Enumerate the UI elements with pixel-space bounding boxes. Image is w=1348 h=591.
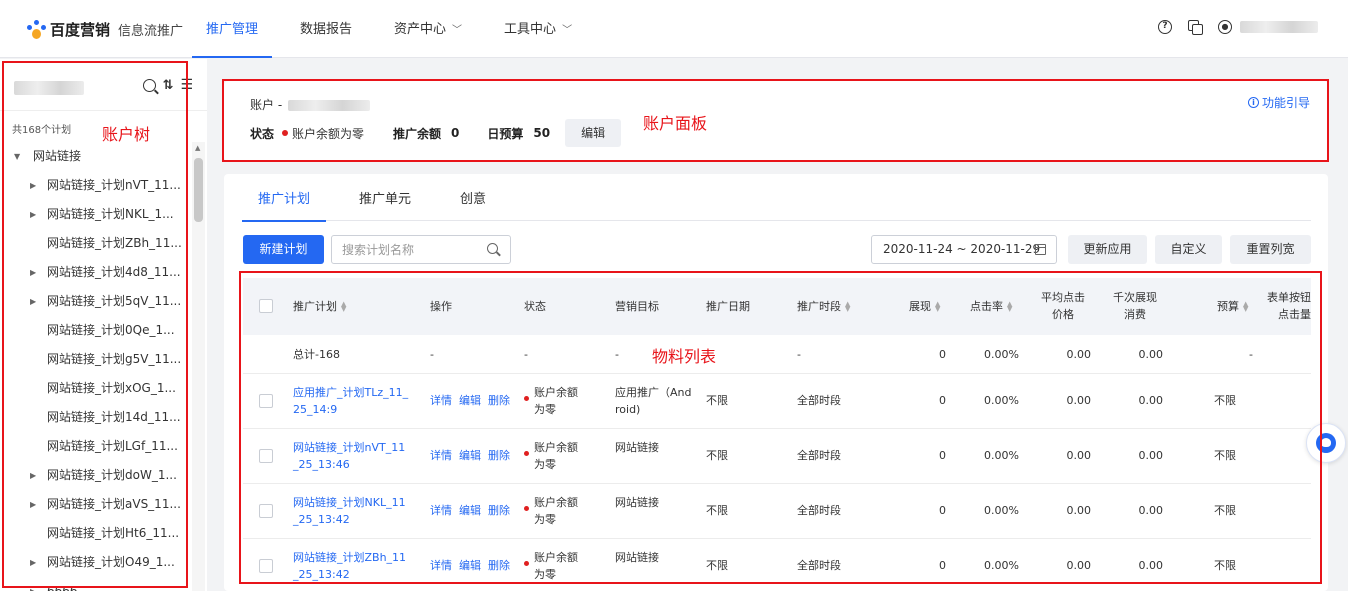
- date-range-value: 2020-11-24 ~ 2020-11-29: [883, 242, 1041, 256]
- brand-name: 百度营销: [50, 21, 111, 39]
- product-name: 信息流推广: [118, 24, 184, 39]
- plan-search-input[interactable]: [342, 236, 487, 263]
- annotation-panel-label: 账户面板: [643, 114, 708, 133]
- sidebar-scrollbar[interactable]: ▲: [192, 142, 205, 591]
- annotation-tree-label: 账户树: [102, 125, 151, 144]
- level-tabs: 推广计划 推广单元 创意: [242, 186, 1311, 222]
- scrollbar-thumb[interactable]: [194, 158, 203, 222]
- customize-columns-button[interactable]: 自定义: [1155, 235, 1222, 264]
- copy-icon[interactable]: [1188, 20, 1203, 35]
- calendar-icon: [1035, 244, 1046, 255]
- nav-label: 资产中心: [394, 22, 447, 37]
- nav-data-report[interactable]: 数据报告: [286, 0, 366, 58]
- annotation-tree-box: [2, 61, 188, 588]
- chevron-down-icon: ﹀: [562, 25, 573, 36]
- tab-ad-unit[interactable]: 推广单元: [343, 186, 427, 221]
- logo[interactable]: 百度营销 信息流推广: [26, 19, 183, 40]
- username-redacted: [1240, 21, 1318, 33]
- user-icon: ●: [1218, 20, 1232, 34]
- user-menu[interactable]: ●: [1218, 20, 1318, 34]
- nav-asset-center[interactable]: 资产中心 ﹀: [380, 0, 476, 58]
- nav-label: 数据报告: [300, 22, 353, 37]
- nav-label: 工具中心: [504, 22, 557, 37]
- update-apply-button[interactable]: 更新应用: [1068, 235, 1147, 264]
- tab-creative[interactable]: 创意: [444, 186, 502, 221]
- nav-label: 推广管理: [206, 22, 259, 37]
- top-nav-bar: 百度营销 信息流推广 推广管理 数据报告 资产中心 ﹀ 工具中心 ﹀ ? ●: [0, 0, 1348, 58]
- annotation-list-box: [239, 271, 1322, 584]
- plan-search: [331, 235, 511, 264]
- new-plan-button[interactable]: 新建计划: [243, 235, 324, 264]
- nav-tool-center[interactable]: 工具中心 ﹀: [490, 0, 586, 58]
- chevron-down-icon: ﹀: [452, 25, 463, 36]
- annotation-panel-box: [222, 79, 1329, 162]
- search-icon[interactable]: [487, 243, 498, 254]
- main-nav: 推广管理 数据报告 资产中心 ﹀ 工具中心 ﹀: [192, 0, 600, 58]
- nav-campaign-management[interactable]: 推广管理: [192, 0, 273, 58]
- paw-logo-icon: [26, 19, 46, 40]
- tab-campaign[interactable]: 推广计划: [242, 186, 327, 222]
- top-right-tools: ? ●: [1158, 20, 1318, 35]
- annotation-list-label: 物料列表: [652, 347, 717, 366]
- date-range-picker[interactable]: 2020-11-24 ~ 2020-11-29: [871, 235, 1057, 264]
- list-toolbar: 新建计划 2020-11-24 ~ 2020-11-29 更新应用 自定义 重置…: [243, 235, 1311, 265]
- reset-column-width-button[interactable]: 重置列宽: [1230, 235, 1311, 264]
- scroll-up-icon[interactable]: ▲: [195, 144, 200, 152]
- help-icon[interactable]: ?: [1158, 20, 1172, 34]
